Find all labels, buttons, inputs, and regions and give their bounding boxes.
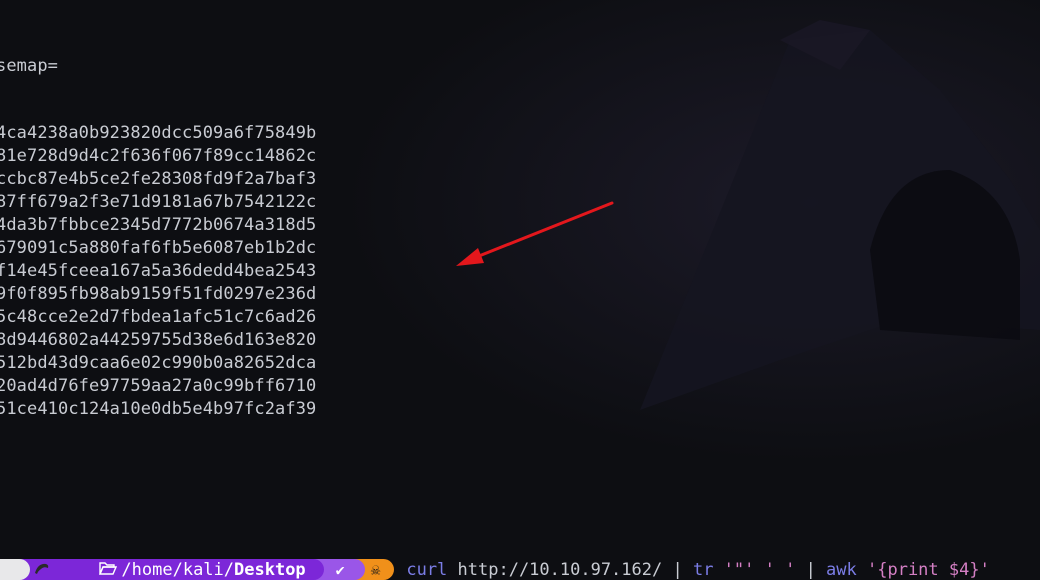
command-curl: curl: [406, 559, 448, 580]
hash-output-list: 4ca4238a0b923820dcc509a6f75849b 81e728d9d…: [0, 122, 316, 421]
hash-line: 4ca4238a0b923820dcc509a6f75849b: [0, 123, 317, 143]
command-input[interactable]: curl http://10.10.97.162/ | tr '"' ' ' |…: [406, 560, 989, 580]
command-awk: awk: [826, 559, 857, 580]
hash-line: 5c48cce2e2d7fbdea1afc51c7c6ad26: [0, 307, 317, 327]
path-prefix: /home/kali/: [121, 559, 235, 580]
skull-icon: ☠: [370, 560, 381, 579]
command-pipe: |: [805, 559, 827, 580]
hash-line: 87ff679a2f3e71d9181a67b7542122c: [0, 192, 317, 212]
command-url-arg: http://10.10.97.162/: [447, 559, 673, 580]
hash-line: 8d9446802a44259755d38e6d163e820: [0, 330, 317, 350]
terminal-output-line: semap=: [0, 56, 59, 76]
command-awk-program: '{print $4}': [856, 559, 990, 580]
hash-line: 9f0f895fb98ab9159f51fd0297e236d: [0, 284, 317, 304]
shell-prompt: /home/kali/Desktop ✔ ☠ curl http://10.10…: [0, 559, 1040, 580]
command-pipe: |: [672, 559, 693, 580]
hash-line: 4da3b7fbbce2345d7772b0674a318d5: [0, 215, 317, 235]
hash-line: 679091c5a880faf6fb5e6087eb1b2dc: [0, 238, 317, 258]
hash-line: ccbc87e4b5ce2fe28308fd9f2a7baf3: [0, 169, 317, 189]
prompt-os-segment: [0, 559, 49, 580]
command-tr-args: '"' ' ': [713, 559, 806, 580]
check-icon: ✔: [335, 560, 345, 579]
hash-line: 512bd43d9caa6e02c990b0a82652dca: [0, 353, 317, 373]
prompt-directory-segment: /home/kali/Desktop: [18, 559, 324, 580]
kali-icon: [0, 543, 50, 580]
path-current: Desktop: [234, 559, 306, 580]
command-tr: tr: [692, 559, 714, 580]
hash-line: f14e45fceea167a5a36dedd4bea2543: [0, 261, 317, 281]
hash-line: 20ad4d76fe97759aa27a0c99bff6710: [0, 376, 317, 396]
hash-line: 51ce410c124a10e0db5e4b97fc2af39: [0, 399, 317, 419]
hash-line: 81e728d9d4c2f636f067f89cc14862c: [0, 146, 317, 166]
